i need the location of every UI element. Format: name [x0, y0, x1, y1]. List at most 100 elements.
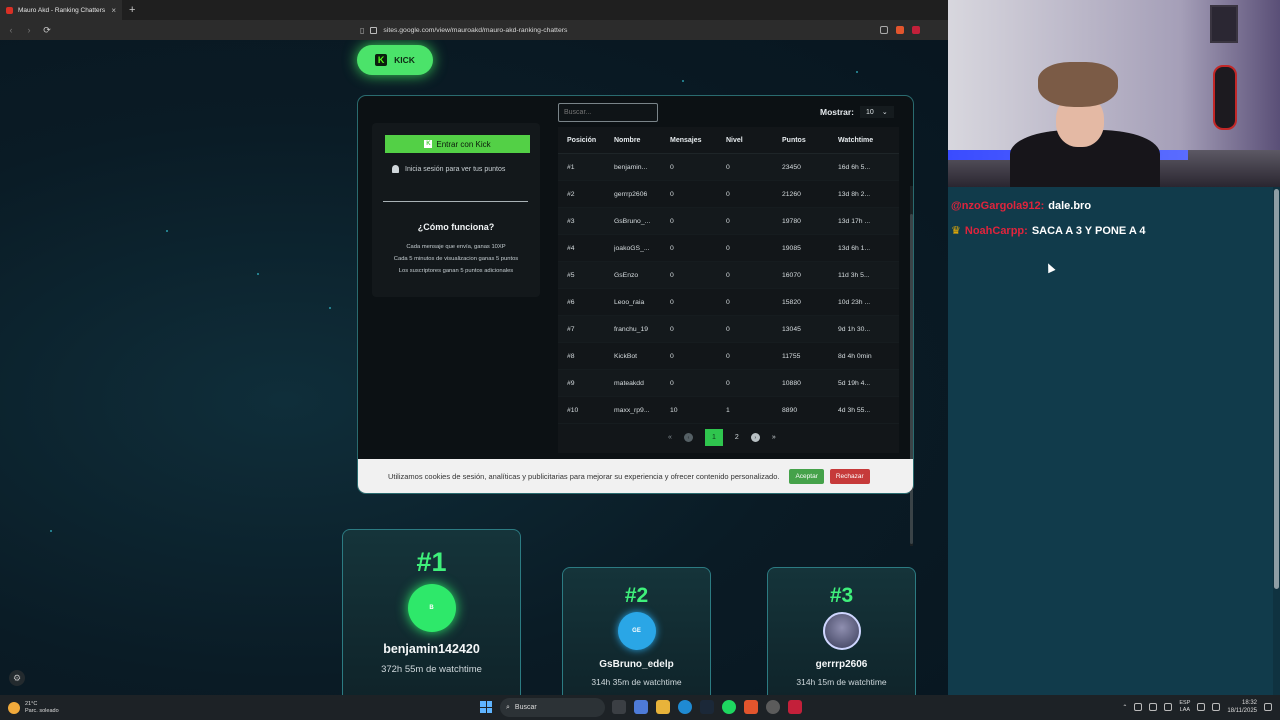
taskbar-search[interactable]: ⌕ Buscar [500, 698, 605, 717]
table-cell: gerrrp2606 [614, 190, 648, 198]
first-page-button[interactable]: « [668, 434, 672, 441]
brave-icon[interactable] [744, 700, 758, 714]
tray-icon[interactable] [1134, 703, 1143, 711]
chat-text: SACA A 3 Y PONE A 4 [1031, 224, 1146, 237]
table-row[interactable]: #9 mateakdd 0 0 10880 5d 19h 4... [558, 370, 899, 397]
login-hint: Inicia sesión para ver tus puntos [392, 165, 505, 173]
system-tray: ⌃ ESP LAA 18:32 18/11/2025 [1122, 699, 1272, 715]
podium-name: GsBruno_edelp [599, 659, 674, 670]
site-info-icon[interactable] [370, 26, 378, 34]
table-cell: #7 [567, 325, 575, 333]
chat-message: ♛ NoahCarpp: SACA A 3 Y PONE A 4 [951, 224, 1146, 238]
table-cell: 0 [726, 163, 730, 171]
file-explorer-icon[interactable] [656, 700, 670, 714]
table-cell: 10d 23h ... [838, 298, 871, 306]
kick-logo-icon: K [375, 54, 388, 66]
table-cell: #5 [567, 271, 575, 279]
table-cell: 8d 4h 0min [838, 352, 872, 360]
back-icon[interactable]: ‹ [6, 25, 16, 35]
search-input[interactable] [558, 103, 658, 122]
table-row[interactable]: #8 KickBot 0 0 11755 8d 4h 0min [558, 343, 899, 370]
table-row[interactable]: #5 GsEnzo 0 0 16070 11d 3h 5... [558, 262, 899, 289]
forward-icon[interactable]: › [24, 25, 34, 35]
table-row[interactable]: #1 benjamin... 0 0 23450 16d 6h 5... [558, 154, 899, 181]
divider [383, 201, 528, 202]
column-header[interactable]: Nombre [614, 137, 670, 144]
accept-cookies-button[interactable]: Aceptar [789, 468, 824, 484]
page-1-button[interactable]: 1 [704, 429, 723, 446]
last-page-button[interactable]: » [772, 434, 776, 441]
table-cell: 0 [726, 244, 730, 252]
url-field[interactable]: ▯ sites.google.com/view/mauroakd/mauro-a… [360, 22, 920, 38]
column-header[interactable]: Nivel [726, 137, 782, 144]
next-page-button[interactable]: › [750, 433, 760, 442]
kick-button[interactable]: K KICK [357, 45, 433, 75]
table-row[interactable]: #2 gerrrp2606 0 0 21260 13d 8h 2... [558, 181, 899, 208]
share-icon[interactable] [880, 26, 888, 34]
clock[interactable]: 18:32 18/11/2025 [1227, 699, 1257, 715]
table-row[interactable]: #10 maxx_rp9... 10 1 8890 4d 3h 55... [558, 397, 899, 424]
table-row[interactable]: #6 Leoo_raia 0 0 15820 10d 23h ... [558, 289, 899, 316]
language-indicator[interactable]: ESP LAA [1179, 700, 1190, 714]
bookmark-icon[interactable]: ▯ [360, 26, 364, 35]
page-2-button[interactable]: 2 [735, 434, 739, 441]
network-icon[interactable] [1197, 703, 1206, 711]
browser-tab[interactable]: Mauro Akd - Ranking Chatters × [0, 0, 122, 20]
table-cell: 0 [670, 352, 674, 360]
pagination: « ‹ 1 2 › » [668, 429, 776, 446]
clock-date: 18/11/2025 [1227, 708, 1257, 714]
table-row[interactable]: #3 GsBruno_... 0 0 19780 13d 17h ... [558, 208, 899, 235]
weather-widget[interactable]: 21°C Parc. soleado [8, 701, 59, 715]
spotify-icon[interactable] [722, 700, 736, 714]
table-cell: 13045 [782, 325, 801, 333]
chat-scrollbar[interactable] [1273, 187, 1280, 695]
widgets-icon[interactable] [634, 700, 648, 714]
star-decoration [50, 530, 52, 532]
edge-icon[interactable] [678, 700, 692, 714]
chat-user: @nzoGargola912: [951, 200, 1045, 212]
favicon-icon [6, 6, 13, 14]
browser-tab-bar: Mauro Akd - Ranking Chatters × + [0, 0, 948, 20]
table-cell: #8 [567, 352, 575, 360]
brave-shield-icon[interactable] [896, 26, 904, 34]
wall-frame [1210, 5, 1238, 43]
column-header[interactable]: Mensajes [670, 137, 726, 144]
tray-icon[interactable] [1164, 703, 1173, 711]
rule-line: Los suscriptores ganan 5 puntos adiciona… [398, 268, 514, 274]
task-view-icon[interactable] [612, 700, 626, 714]
column-header[interactable]: Puntos [782, 137, 838, 144]
close-tab-icon[interactable]: × [111, 6, 116, 15]
login-kick-button[interactable]: K Entrar con Kick [385, 135, 530, 153]
chat-scrollbar-thumb[interactable] [1274, 189, 1279, 589]
windows-start-icon[interactable] [480, 701, 492, 713]
column-header[interactable]: Posición [558, 137, 614, 144]
tray-icon[interactable] [1149, 703, 1158, 711]
obs-icon[interactable] [766, 700, 780, 714]
steam-icon[interactable] [700, 700, 714, 714]
user-icon [392, 165, 399, 173]
show-select[interactable]: 10 ⌄ [860, 106, 894, 118]
weather-temp: 21°C [25, 700, 38, 707]
table-cell: 0 [726, 217, 730, 225]
site-settings-icon[interactable]: ⚙ [9, 670, 25, 686]
table-cell: 0 [670, 271, 674, 279]
rewards-icon[interactable] [912, 26, 920, 34]
how-it-works-title: ¿Cómo funciona? [417, 222, 495, 232]
table-cell: #1 [567, 163, 575, 171]
notification-icon[interactable] [1264, 703, 1272, 711]
table-row[interactable]: #7 franchu_19 0 0 13045 9d 1h 30... [558, 316, 899, 343]
app-icon[interactable] [788, 700, 802, 714]
column-header[interactable]: Watchtime [838, 137, 899, 144]
table-row[interactable]: #4 joakoGS_... 0 0 19085 13d 6h 1... [558, 235, 899, 262]
streamer-hair [1038, 62, 1118, 107]
reload-icon[interactable]: ⟳ [42, 25, 52, 36]
chevron-up-icon[interactable]: ⌃ [1122, 704, 1127, 711]
reject-cookies-button[interactable]: Rechazar [829, 468, 870, 484]
new-tab-button[interactable]: + [129, 4, 135, 16]
prev-page-button[interactable]: ‹ [683, 433, 693, 442]
show-entries: Mostrar: 10 ⌄ [820, 106, 894, 118]
panel-scrollbar-thumb[interactable] [910, 214, 913, 544]
table-cell: 13d 6h 1... [838, 244, 871, 252]
volume-icon[interactable] [1212, 703, 1221, 711]
rule-line: Cada mensaje que envía, ganas 10XP [406, 244, 506, 250]
